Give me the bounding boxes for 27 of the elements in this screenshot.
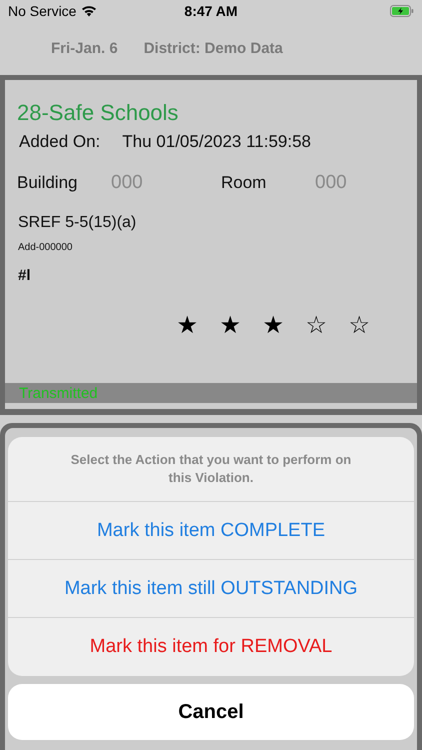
star-icon[interactable]: ☆ bbox=[347, 314, 372, 338]
building-value: 000 bbox=[111, 172, 144, 194]
added-label: Added On: bbox=[19, 132, 100, 152]
action-button[interactable]: Mark this item COMPLETE bbox=[8, 502, 414, 560]
action-button[interactable]: Mark this item for REMOVAL bbox=[8, 618, 414, 676]
add-id-text: Add-000000 bbox=[18, 242, 74, 253]
star-icon[interactable]: ★ bbox=[175, 314, 200, 338]
building-label: Building bbox=[17, 173, 78, 193]
violation-card[interactable]: 28-Safe Schools Added On: Thu 01/05/2023 11:59:58 Building 000 Room 000 SREF 5-5(15)(a) Add-000000 #l ★ ★ ★ ☆ ☆ Transmitted bbox=[5, 80, 417, 409]
added-date: Thu 01/05/2023 11:59:58 bbox=[122, 132, 312, 152]
date-text: Fri-Jan. 6 bbox=[51, 40, 118, 57]
wifi-icon bbox=[81, 5, 98, 17]
time-text: 8:47 AM bbox=[184, 3, 238, 19]
status-text: Transmitted bbox=[19, 384, 98, 402]
star-icon[interactable]: ★ bbox=[218, 314, 243, 338]
room-value: 000 bbox=[315, 172, 347, 194]
star-icon[interactable]: ★ bbox=[261, 314, 286, 338]
cancel-button[interactable]: Cancel bbox=[8, 684, 414, 740]
sheet-message: Select the Action that you want to perform on this Violation. bbox=[8, 437, 414, 502]
carrier-text: No Service bbox=[8, 3, 76, 19]
district-text: District: Demo Data bbox=[144, 40, 283, 57]
note-text: #l bbox=[18, 267, 32, 284]
star-icon[interactable]: ☆ bbox=[304, 314, 329, 338]
violation-title: 28-Safe Schools bbox=[17, 100, 180, 126]
room-label: Room bbox=[221, 173, 268, 193]
code-text: SREF 5-5(15)(a) bbox=[18, 214, 138, 232]
action-button[interactable]: Mark this item still OUTSTANDING bbox=[8, 560, 414, 618]
